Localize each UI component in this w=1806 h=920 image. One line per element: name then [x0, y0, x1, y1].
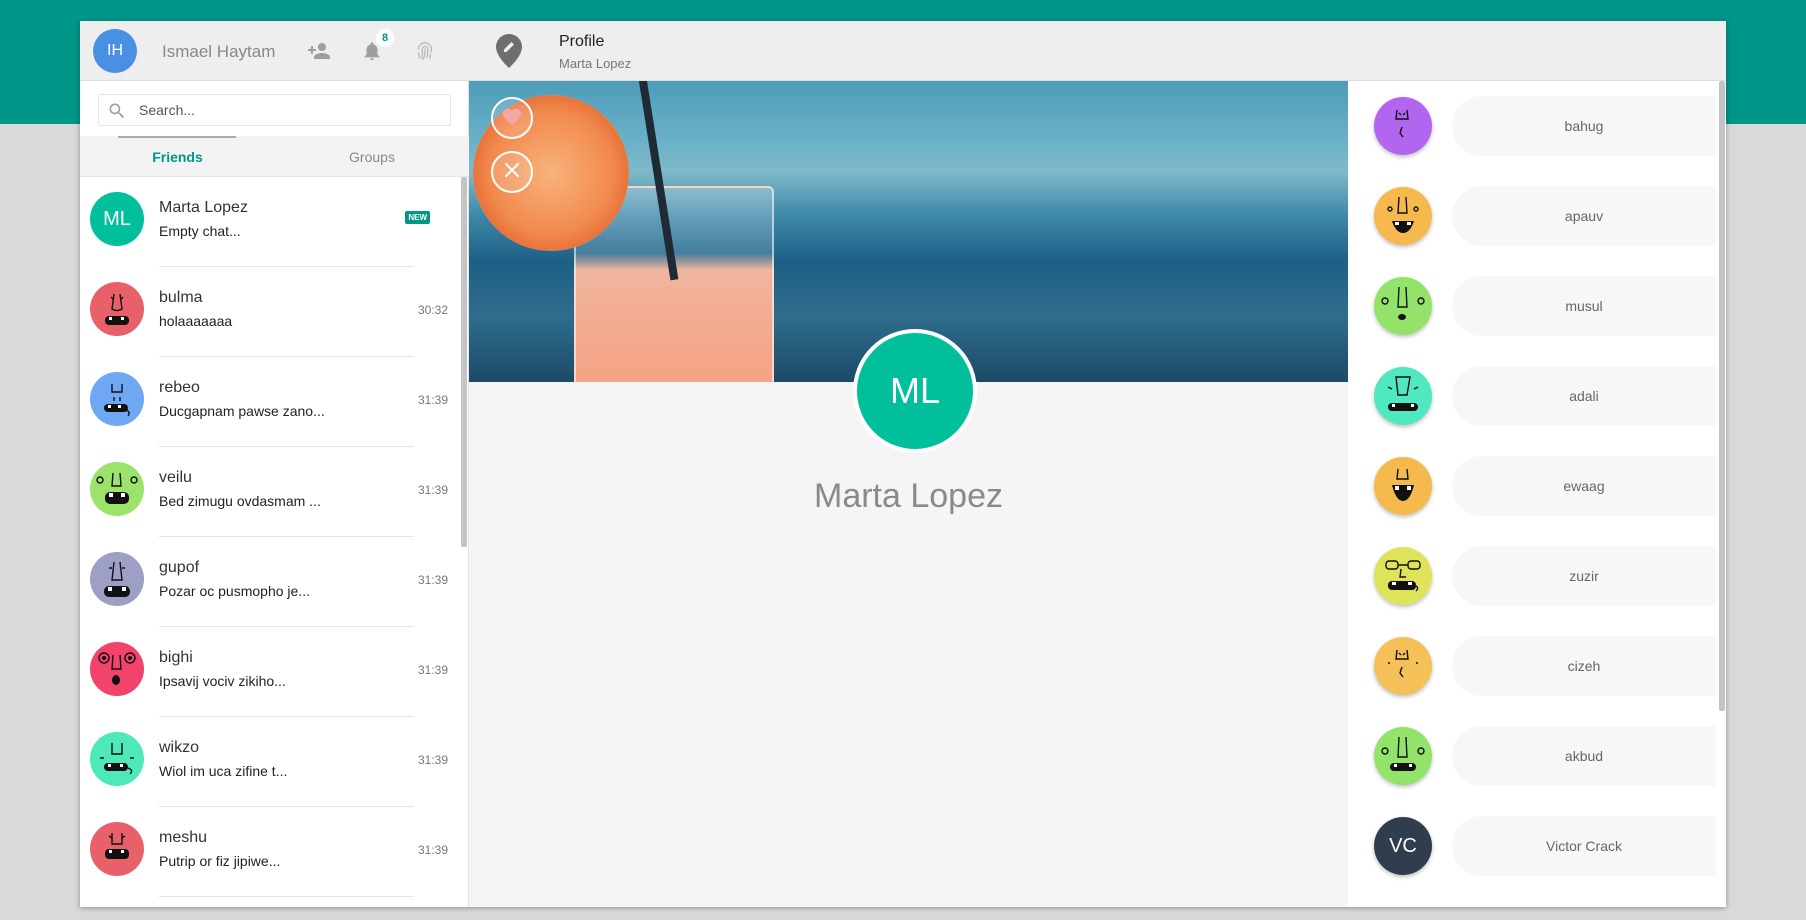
- profile-panel: ML Marta Lopez: [469, 81, 1348, 907]
- favorite-button[interactable]: [491, 97, 533, 139]
- chat-name: veilu: [159, 469, 192, 486]
- chat-name: bighi: [159, 649, 193, 666]
- chat-name: Marta Lopez: [159, 199, 248, 216]
- chat-list-item[interactable]: rebeo Ducgapnam pawse zano... 31:39: [80, 357, 460, 447]
- member-name[interactable]: musul: [1452, 276, 1716, 336]
- fingerprint-icon[interactable]: [411, 37, 439, 65]
- heart-icon: [501, 106, 523, 131]
- members-list: bahug apauv musul adali ewaag zuzir cize…: [1348, 81, 1726, 907]
- monster-face-icon: [1374, 727, 1432, 785]
- member-name[interactable]: adali: [1452, 366, 1716, 426]
- chat-list-item[interactable]: bulma holaaaaaaa 30:32: [80, 267, 460, 357]
- member-name[interactable]: zuzir: [1452, 546, 1716, 606]
- chat-list-item[interactable]: bighi Ipsavij vociv zikiho... 31:39: [80, 627, 460, 717]
- notification-count-badge: 8: [376, 29, 394, 47]
- chat-last-message: Bed zimugu ovdasmam ...: [159, 493, 321, 509]
- chat-time: 30:32: [417, 303, 448, 317]
- monster-face-icon: [90, 732, 144, 786]
- chat-list-scrollbar[interactable]: [461, 177, 467, 547]
- page-title: Profile: [559, 33, 605, 50]
- avatar: ML: [90, 192, 144, 246]
- monster-face-icon: [90, 822, 144, 876]
- member-item[interactable]: ewaag: [1348, 441, 1720, 531]
- tab-indicator: [118, 136, 236, 138]
- chat-last-message: Ducgapnam pawse zano...: [159, 403, 325, 419]
- chat-list-item[interactable]: veilu Bed zimugu ovdasmam ... 31:39: [80, 447, 460, 537]
- member-name[interactable]: cizeh: [1452, 636, 1716, 696]
- monster-face-icon: [1374, 457, 1432, 515]
- search-icon: [107, 101, 127, 126]
- member-item[interactable]: akbud: [1348, 711, 1720, 801]
- monster-face-icon: [1374, 97, 1432, 155]
- chat-last-message: Wiol im uca zifine t...: [159, 763, 288, 779]
- chat-list-item[interactable]: meshu Putrip or fiz jipiwe... 31:39: [80, 807, 460, 897]
- close-icon: [504, 162, 520, 183]
- monster-face-icon: [1374, 637, 1432, 695]
- chat-app-window: IH Ismael Haytam 8 Search... Friends Gro…: [80, 21, 1726, 907]
- search-box: [98, 94, 451, 126]
- notifications-icon[interactable]: 8: [358, 29, 394, 65]
- chat-last-message: holaaaaaaa: [159, 313, 233, 329]
- member-item[interactable]: apauv: [1348, 171, 1720, 261]
- edit-pin-icon[interactable]: [494, 33, 524, 74]
- monster-face-icon: [1374, 187, 1432, 245]
- chat-list-item[interactable]: gupof Pozar oc pusmopho je... 31:39: [80, 537, 460, 627]
- close-button[interactable]: [491, 151, 533, 193]
- chat-name: wikzo: [159, 739, 200, 756]
- divider: [159, 896, 414, 897]
- profile-name: Marta Lopez: [814, 477, 1003, 515]
- monster-face-icon: [90, 552, 144, 606]
- tab-groups[interactable]: Groups: [275, 136, 469, 177]
- chat-time: 31:39: [417, 843, 448, 857]
- chat-time: 31:39: [417, 393, 448, 407]
- add-friend-icon[interactable]: [305, 37, 333, 65]
- page-subtitle: Marta Lopez: [559, 56, 632, 71]
- chat-time: 31:39: [417, 483, 448, 497]
- avatar[interactable]: IH: [93, 29, 137, 73]
- member-item[interactable]: cizeh: [1348, 621, 1720, 711]
- chat-last-message: Ipsavij vociv zikiho...: [159, 673, 286, 689]
- member-name[interactable]: apauv: [1452, 186, 1716, 246]
- chat-list-item[interactable]: ML Marta Lopez Empty chat... NEW: [80, 177, 460, 267]
- member-item[interactable]: bahug: [1348, 81, 1720, 171]
- monster-face-icon: [1374, 277, 1432, 335]
- member-item[interactable]: zuzir: [1348, 531, 1720, 621]
- member-name[interactable]: bahug: [1452, 96, 1716, 156]
- chat-list-item[interactable]: wikzo Wiol im uca zifine t... 31:39: [80, 717, 460, 807]
- profile-avatar: ML: [853, 329, 977, 453]
- chat-list: ML Marta Lopez Empty chat... NEW bulma h…: [80, 177, 469, 907]
- chat-time: 31:39: [417, 663, 448, 677]
- main-header: Profile Marta Lopez: [469, 21, 1726, 81]
- user-name: Ismael Haytam: [162, 42, 276, 61]
- tab-bar: Friends Groups: [80, 136, 469, 177]
- chat-name: bulma: [159, 289, 203, 306]
- new-badge: NEW: [405, 211, 430, 224]
- member-name[interactable]: akbud: [1452, 726, 1716, 786]
- chat-name: meshu: [159, 829, 208, 846]
- member-item[interactable]: adali: [1348, 351, 1720, 441]
- monster-face-icon: [1374, 547, 1432, 605]
- left-panel: IH Ismael Haytam 8 Search... Friends Gro…: [80, 21, 469, 907]
- members-scrollbar[interactable]: [1719, 81, 1725, 711]
- chat-time: 31:39: [417, 753, 448, 767]
- chat-name: rebeo: [159, 379, 200, 396]
- chat-name: gupof: [159, 559, 200, 576]
- member-item[interactable]: VC Victor Crack: [1348, 801, 1720, 891]
- monster-face-icon: [90, 282, 144, 336]
- member-item[interactable]: musul: [1348, 261, 1720, 351]
- member-name[interactable]: ewaag: [1452, 456, 1716, 516]
- monster-face-icon: [90, 462, 144, 516]
- chat-last-message: Pozar oc pusmopho je...: [159, 583, 310, 599]
- tab-friends[interactable]: Friends: [80, 136, 275, 177]
- chat-last-message: Putrip or fiz jipiwe...: [159, 853, 281, 869]
- avatar: VC: [1374, 817, 1432, 875]
- monster-face-icon: [90, 642, 144, 696]
- chat-last-message: Empty chat...: [159, 223, 241, 239]
- monster-face-icon: [90, 372, 144, 426]
- member-name[interactable]: Victor Crack: [1452, 816, 1716, 876]
- user-header: IH Ismael Haytam 8: [80, 21, 469, 81]
- search-input[interactable]: [139, 99, 439, 121]
- chat-time: 31:39: [417, 573, 448, 587]
- monster-face-icon: [1374, 367, 1432, 425]
